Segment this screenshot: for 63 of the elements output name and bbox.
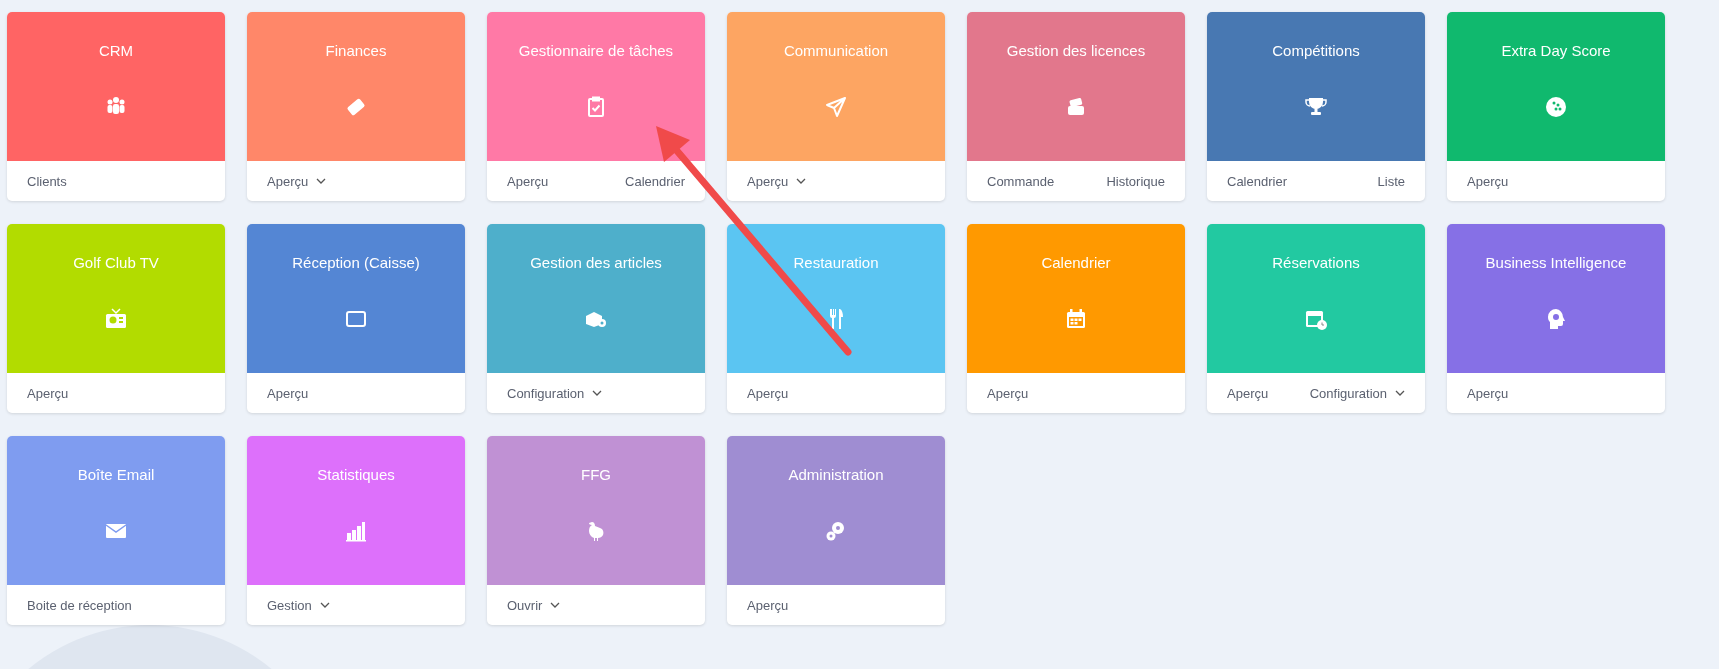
app-title: Calendrier (1041, 254, 1111, 271)
app-tile[interactable]: Gestionnaire de tâches Aperçu Calendrier (487, 12, 705, 201)
paper-plane-icon (824, 95, 848, 119)
ball-icon (1544, 95, 1568, 119)
app-tile[interactable]: Statistiques Gestion (247, 436, 465, 625)
app-title: Réservations (1272, 254, 1360, 271)
app-link[interactable]: Aperçu (507, 173, 549, 189)
app-title: Extra Day Score (1501, 42, 1611, 59)
app-tile[interactable]: Communication Aperçu (727, 12, 945, 201)
app-tile[interactable]: Gestion des articles Configuration (487, 224, 705, 413)
app-link[interactable]: Calendrier (625, 173, 685, 189)
app-link[interactable]: Aperçu (267, 385, 309, 401)
app-tile[interactable]: Compétitions Calendrier Liste (1207, 12, 1425, 201)
app-title: Réception (Caisse) (292, 254, 420, 271)
app-link[interactable]: Ouvrir (507, 597, 561, 613)
app-tile[interactable]: Restauration Aperçu (727, 224, 945, 413)
app-title: Communication (783, 42, 889, 59)
app-link[interactable]: Configuration (507, 385, 603, 401)
app-link[interactable]: Liste (1377, 173, 1405, 189)
app-title: Compétitions (1272, 42, 1360, 59)
app-tile[interactable]: Calendrier Aperçu (967, 224, 1185, 413)
app-link[interactable]: Aperçu (747, 385, 789, 401)
app-link[interactable]: Aperçu (27, 385, 69, 401)
app-link[interactable]: Aperçu (267, 173, 327, 189)
app-title: FFG (581, 466, 611, 483)
app-link[interactable]: Configuration (1309, 385, 1405, 401)
app-tile[interactable]: Finances Aperçu (247, 12, 465, 201)
app-tile[interactable]: Administration Aperçu (727, 436, 945, 625)
app-link[interactable]: Clients (27, 173, 67, 189)
app-title: CRM (98, 42, 134, 59)
app-link[interactable]: Historique (1106, 173, 1165, 189)
app-tile[interactable]: Boîte Email Boite de réception (7, 436, 225, 625)
app-title: Finances (325, 42, 387, 59)
app-title: Gestion des articles (530, 254, 662, 271)
app-link[interactable]: Boite de réception (27, 597, 132, 613)
app-tile[interactable]: Réception (Caisse) Aperçu (247, 224, 465, 413)
app-link[interactable]: Commande (987, 173, 1055, 189)
calendar-icon (1064, 307, 1088, 331)
app-title: Gestion des licences (1006, 42, 1146, 59)
app-title: Restauration (793, 254, 879, 271)
app-tile[interactable]: FFG Ouvrir (487, 436, 705, 625)
bar-chart-icon (344, 519, 368, 543)
app-title: Statistiques (317, 466, 395, 483)
app-title: Golf Club TV (73, 254, 159, 271)
app-title: Administration (788, 466, 884, 483)
app-link[interactable]: Aperçu (747, 597, 789, 613)
app-tile[interactable]: CRM Clients (7, 12, 225, 201)
app-title: Business Intelligence (1485, 254, 1627, 271)
app-tile[interactable]: Extra Day Score Aperçu (1447, 12, 1665, 201)
app-link[interactable]: Calendrier (1227, 173, 1287, 189)
app-title: Boîte Email (77, 466, 155, 483)
app-link[interactable]: Aperçu (1467, 385, 1509, 401)
app-link[interactable]: Aperçu (747, 173, 807, 189)
app-tile[interactable]: Réservations Aperçu Configuration (1207, 224, 1425, 413)
tv-icon (104, 307, 128, 331)
app-title: Gestionnaire de tâches (518, 42, 674, 59)
app-link[interactable]: Gestion (267, 597, 330, 613)
app-link[interactable]: Aperçu (1467, 173, 1509, 189)
app-tile[interactable]: Golf Club TV Aperçu (7, 224, 225, 413)
app-link[interactable]: Aperçu (987, 385, 1029, 401)
app-link[interactable]: Aperçu (1227, 385, 1269, 401)
app-tile[interactable]: Gestion des licences Commande Historique (967, 12, 1185, 201)
app-tile[interactable]: Business Intelligence Aperçu (1447, 224, 1665, 413)
